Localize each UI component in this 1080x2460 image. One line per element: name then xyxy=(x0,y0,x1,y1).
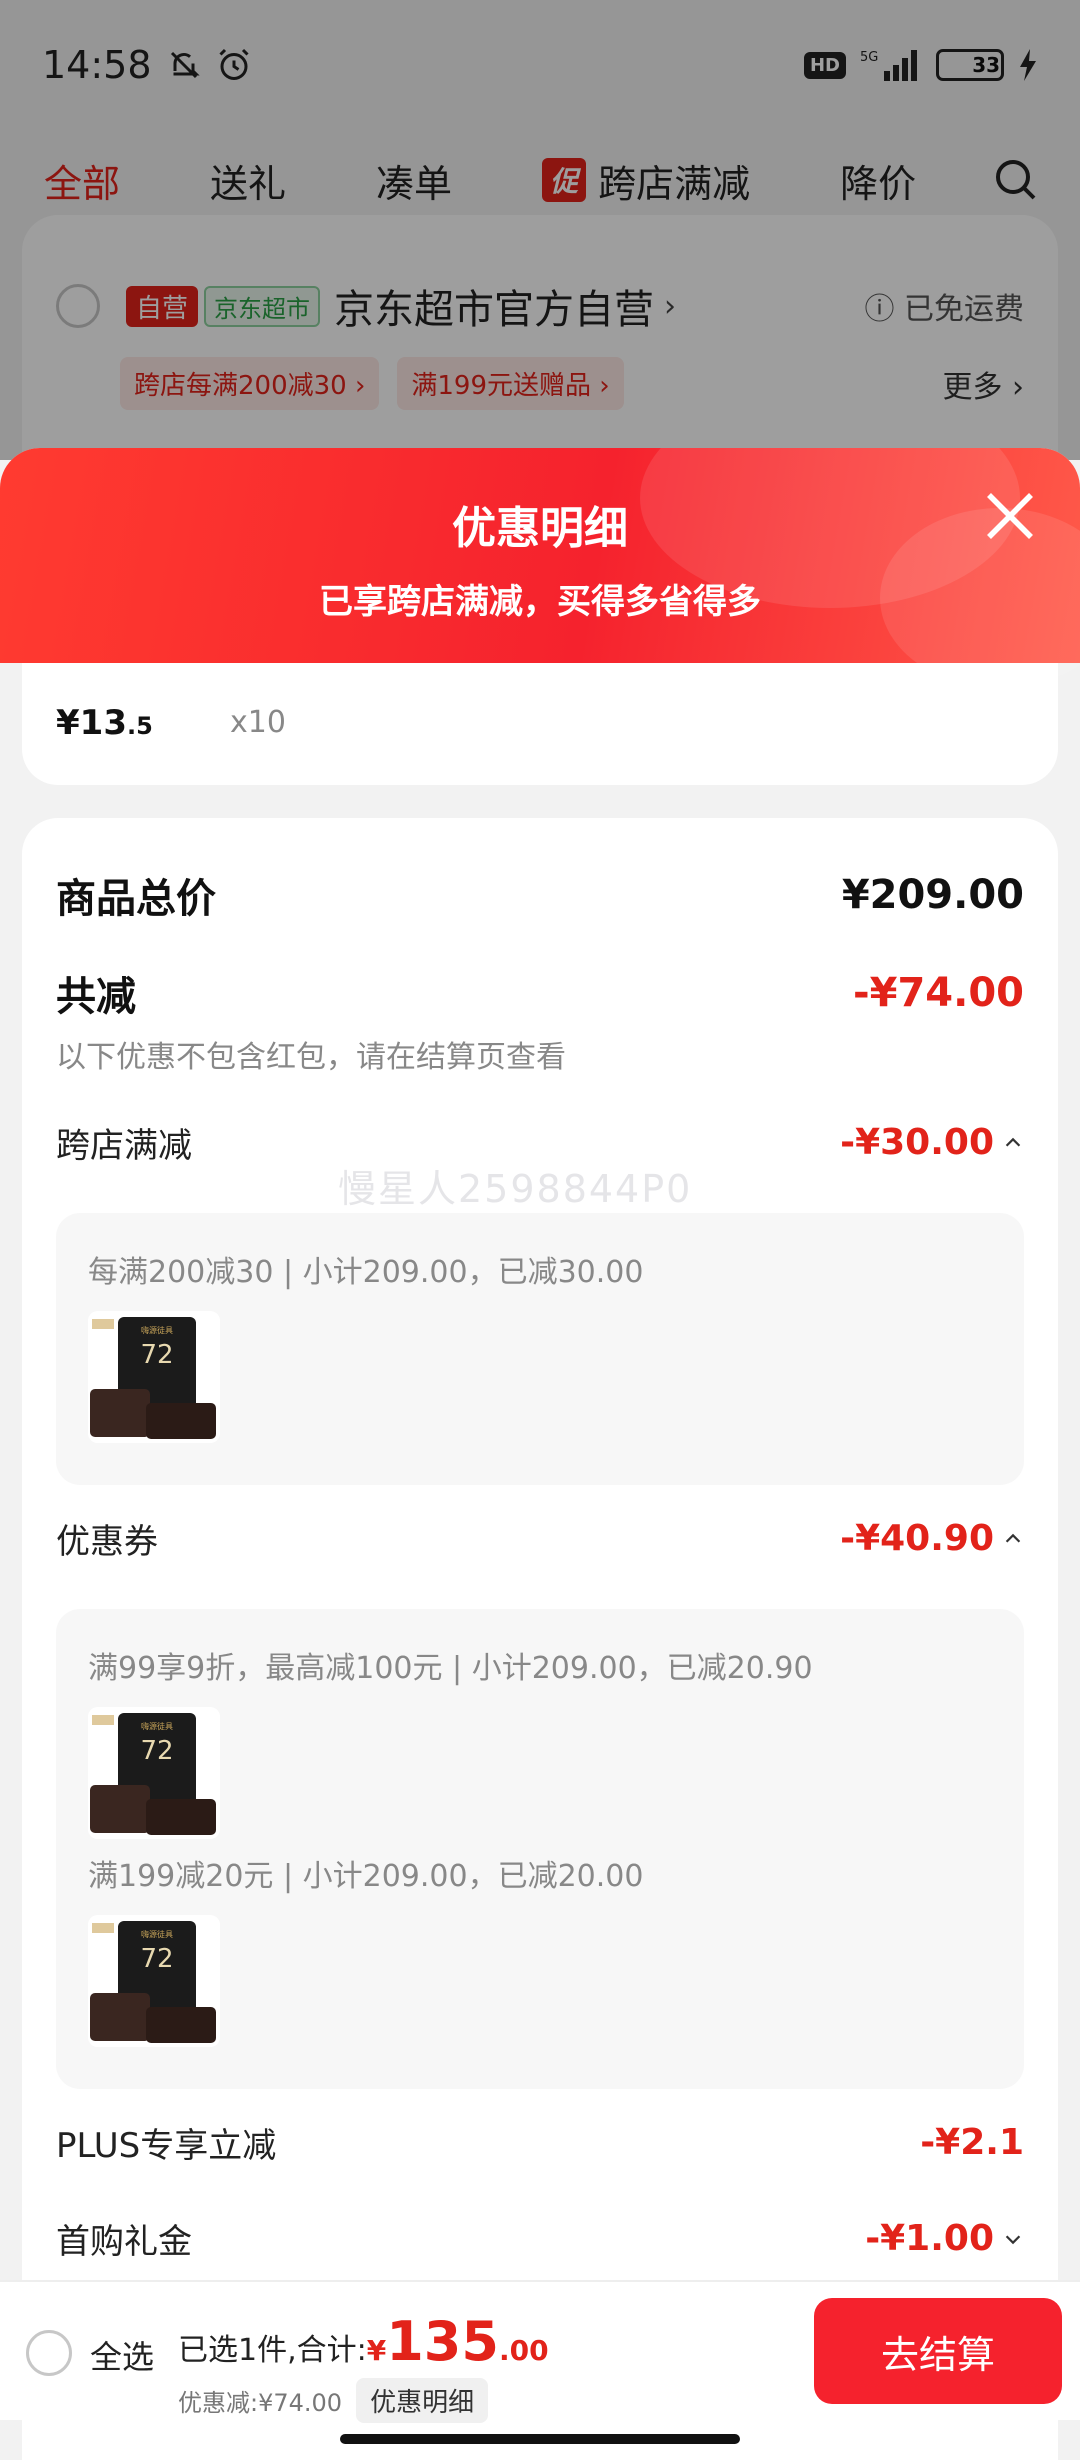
thumb-brand-text: 嗨源徒具 xyxy=(141,1929,173,1939)
cross-store-value: -¥30.00 xyxy=(840,1122,1024,1163)
coupon-label: 优惠券 xyxy=(56,1522,158,1562)
sheet-subtitle: 已享跨店满减，买得多省得多 xyxy=(319,582,761,622)
selected-total: 已选1件,合计: ¥135.00 xyxy=(178,2310,549,2373)
saved-amount: 优惠减:¥74.00 优惠明细 xyxy=(178,2378,489,2423)
first-purchase-label: 首购礼金 xyxy=(56,2222,192,2262)
plus-value: -¥2.1 xyxy=(920,2122,1024,2163)
total-reduce-label: 共减 xyxy=(56,974,136,1020)
checkout-bar: 全选 已选1件,合计: ¥135.00 优惠减:¥74.00 优惠明细 去结算 xyxy=(0,2280,1080,2423)
thumb-badge-text: 72 xyxy=(140,1944,173,1974)
total-amount: 135 xyxy=(386,2310,499,2373)
close-icon[interactable] xyxy=(982,488,1038,544)
coupon-detail-2: 满199减20元 | 小计209.00，已减20.00 xyxy=(88,1859,644,1894)
first-purchase-row[interactable]: 首购礼金 -¥1.00 xyxy=(56,2214,1024,2263)
coupon-value: -¥40.90 xyxy=(840,1518,1024,1559)
select-all-label[interactable]: 全选 xyxy=(90,2332,154,2378)
thumb-brand-text: 嗨源徒具 xyxy=(141,1721,173,1731)
watermark: 慢星人2598844P0 xyxy=(338,1167,693,1211)
reduce-note: 以下优惠不包含红包，请在结算页查看 xyxy=(56,1040,566,1075)
cross-store-label: 跨店满减 xyxy=(56,1126,192,1166)
cross-store-detail-box: 每满200减30 | 小计209.00，已减30.00 嗨源徒具 72 xyxy=(56,1213,1024,1485)
coupon-row[interactable]: 优惠券 -¥40.90 xyxy=(56,1514,1024,1563)
total-price-value: ¥209.00 xyxy=(841,872,1024,918)
item-quantity: x10 xyxy=(230,705,286,740)
product-thumbnail[interactable]: 嗨源徒具 72 xyxy=(88,1707,220,1839)
plus-label: PLUS专享立减 xyxy=(56,2126,277,2166)
sheet-title: 优惠明细 xyxy=(452,503,628,554)
product-thumbnail[interactable]: 嗨源徒具 72 xyxy=(88,1311,220,1443)
chevron-up-icon xyxy=(1005,1137,1021,1147)
home-indicator[interactable] xyxy=(340,2434,740,2444)
product-thumbnail[interactable]: 嗨源徒具 72 xyxy=(88,1915,220,2047)
chevron-down-icon xyxy=(1005,2234,1021,2244)
item-price: ¥13.5 xyxy=(56,703,153,743)
total-reduce-value: -¥74.00 xyxy=(853,970,1024,1016)
coupon-detail-1: 满99享9折，最高减100元 | 小计209.00，已减20.90 xyxy=(88,1651,813,1686)
chevron-up-icon xyxy=(1005,1533,1021,1543)
thumb-badge-text: 72 xyxy=(140,1736,173,1766)
checkout-button[interactable]: 去结算 xyxy=(814,2298,1062,2404)
dim-overlay[interactable] xyxy=(0,0,1080,460)
discount-detail-sheet: 优惠明细 已享跨店满减，买得多省得多 ¥13.5 x10 商品总价 ¥209.0… xyxy=(0,448,1080,2460)
coupon-detail-box: 满99享9折，最高减100元 | 小计209.00，已减20.90 嗨源徒具 72… xyxy=(56,1609,1024,2089)
sheet-header: 优惠明细 已享跨店满减，买得多省得多 xyxy=(0,448,1080,688)
cart-item-remnant: ¥13.5 x10 xyxy=(22,663,1058,785)
select-all-radio[interactable] xyxy=(26,2330,72,2376)
cross-store-detail: 每满200减30 | 小计209.00，已减30.00 xyxy=(88,1255,644,1290)
thumb-brand-text: 嗨源徒具 xyxy=(141,1325,173,1335)
discount-detail-button[interactable]: 优惠明细 xyxy=(356,2378,489,2423)
discount-breakdown-card: 商品总价 ¥209.00 共减 -¥74.00 以下优惠不包含红包，请在结算页查… xyxy=(22,818,1058,2460)
thumb-badge-text: 72 xyxy=(140,1340,173,1370)
first-purchase-value: -¥1.00 xyxy=(865,2218,1024,2259)
total-price-label: 商品总价 xyxy=(56,876,216,922)
